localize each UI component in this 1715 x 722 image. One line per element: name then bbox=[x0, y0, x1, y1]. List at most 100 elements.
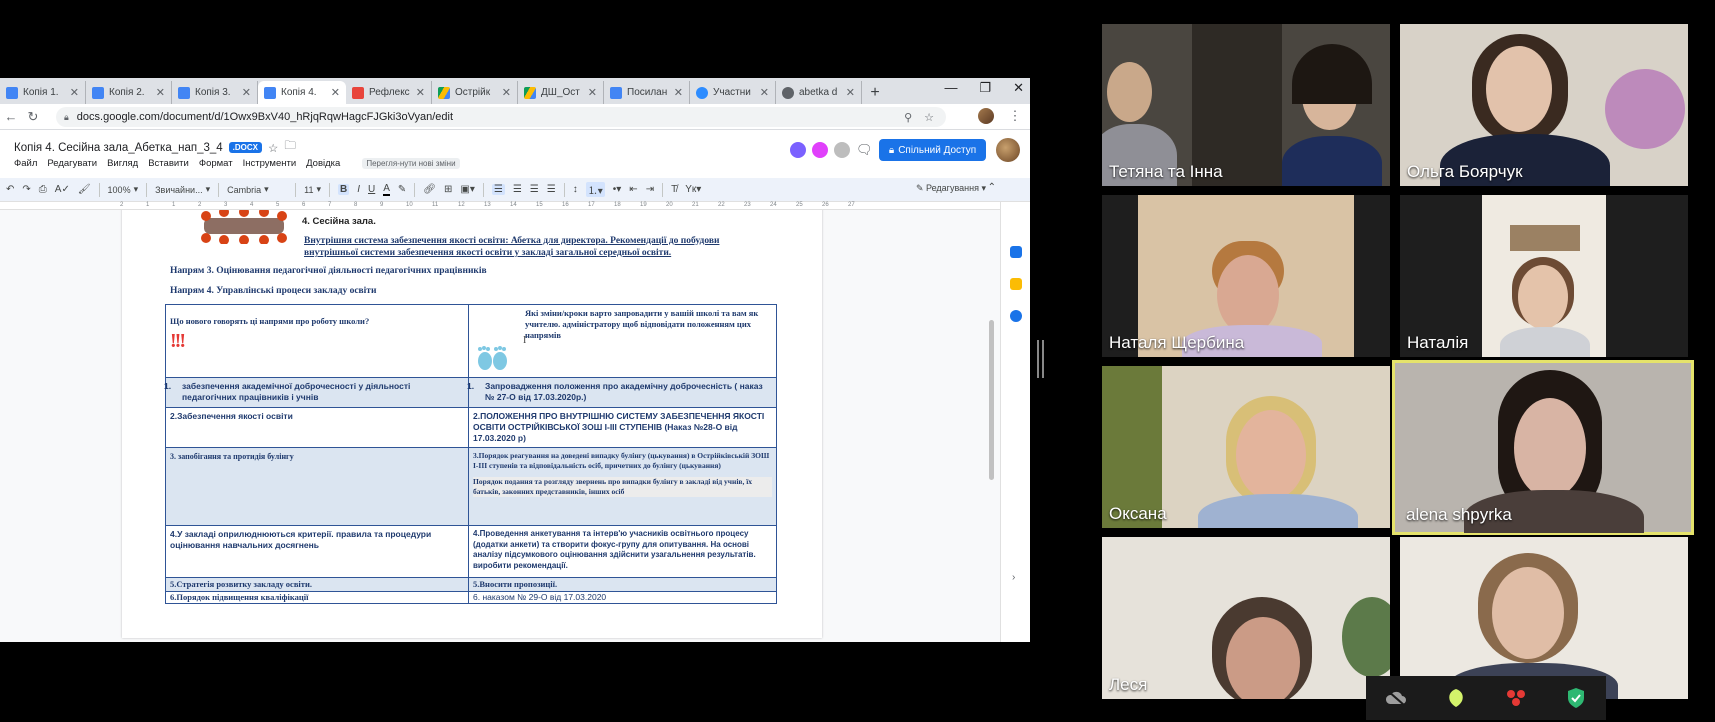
shield-leaf-icon[interactable] bbox=[1443, 686, 1469, 710]
account-avatar[interactable] bbox=[996, 138, 1020, 162]
browser-tab[interactable]: Копія 3. ✕ bbox=[172, 81, 258, 104]
collapse-toolbar-icon[interactable]: ⌃ bbox=[988, 182, 996, 193]
zoom-select[interactable]: 100% ▾ bbox=[108, 184, 139, 195]
table-cell[interactable]: 1. Запровадження положення про академічн… bbox=[467, 377, 777, 408]
browser-tab[interactable]: Рефлекс ✕ bbox=[346, 81, 432, 104]
calendar-icon[interactable] bbox=[1010, 246, 1022, 258]
menu-edit[interactable]: Редагувати bbox=[47, 158, 97, 169]
security-check-icon[interactable] bbox=[1563, 686, 1589, 710]
align-center-icon[interactable]: ☰ bbox=[513, 184, 522, 195]
undo-icon[interactable]: ↶ bbox=[6, 184, 14, 195]
spellcheck-icon[interactable]: A✓ bbox=[55, 184, 70, 195]
table-cell[interactable]: 4.У закладі оприлюднюються критерії. пра… bbox=[165, 525, 469, 578]
reactions-icon[interactable] bbox=[1503, 686, 1529, 710]
minimize-icon[interactable]: — bbox=[944, 80, 957, 96]
menu-insert[interactable]: Вставити bbox=[148, 158, 189, 169]
back-icon[interactable]: ← bbox=[0, 109, 22, 124]
table-cell[interactable]: 6. наказом № 29-О від 17.03.2020 bbox=[468, 591, 777, 604]
redo-icon[interactable]: ↷ bbox=[22, 184, 30, 195]
collaborator-avatar[interactable] bbox=[832, 140, 852, 160]
font-select[interactable]: Cambria ▾ bbox=[227, 184, 287, 195]
close-window-icon[interactable]: ✕ bbox=[1013, 80, 1024, 96]
close-tab-icon[interactable]: ✕ bbox=[502, 86, 511, 99]
browser-tab[interactable]: Посилан ✕ bbox=[604, 81, 690, 104]
font-size-select[interactable]: 11 ▾ bbox=[304, 184, 321, 195]
bold-icon[interactable]: B bbox=[337, 184, 350, 195]
menu-help[interactable]: Довідка bbox=[306, 158, 340, 169]
paint-format-icon[interactable]: 🖌︎ bbox=[78, 184, 91, 195]
table-cell[interactable]: 1. забезпечення академічної доброчесност… bbox=[164, 377, 469, 408]
star-icon[interactable]: ☆ bbox=[268, 141, 278, 155]
close-tab-icon[interactable]: ✕ bbox=[674, 86, 683, 99]
restore-icon[interactable]: ❐ bbox=[979, 80, 991, 96]
close-tab-icon[interactable]: ✕ bbox=[156, 86, 165, 99]
underline-icon[interactable]: U bbox=[368, 184, 375, 195]
increase-indent-icon[interactable]: ⇥ bbox=[646, 184, 654, 195]
zoom-lens-icon[interactable]: ⚲ bbox=[904, 111, 912, 124]
close-tab-icon[interactable]: ✕ bbox=[70, 86, 79, 99]
insert-image-icon[interactable]: ▣▾ bbox=[460, 184, 474, 195]
align-right-icon[interactable]: ☰ bbox=[530, 184, 539, 195]
menu-view[interactable]: Вигляд bbox=[107, 158, 138, 169]
comment-history-icon[interactable]: 🗨︎ bbox=[856, 142, 873, 158]
bookmark-star-icon[interactable]: ☆ bbox=[924, 111, 934, 124]
table-cell[interactable]: Що нового говорять ці напрями про роботу… bbox=[165, 304, 469, 378]
clear-formatting-icon[interactable]: T̸ bbox=[671, 184, 677, 195]
video-tile[interactable]: Наталя Щербина bbox=[1102, 195, 1390, 357]
doc-scrollbar[interactable] bbox=[988, 210, 996, 642]
browser-tab-active[interactable]: Копія 4. ✕ bbox=[258, 81, 346, 104]
expand-panel-icon[interactable]: › bbox=[1012, 572, 1015, 583]
video-tile[interactable] bbox=[1400, 537, 1688, 699]
split-resize-handle[interactable] bbox=[1037, 340, 1044, 378]
table-cell[interactable]: 3.Порядок реагування на доведені випадку… bbox=[468, 447, 777, 526]
menu-tools[interactable]: Інструменти bbox=[243, 158, 297, 169]
collaborator-avatar[interactable] bbox=[788, 140, 808, 160]
close-tab-icon[interactable]: ✕ bbox=[242, 86, 251, 99]
style-select[interactable]: Звичайни... ▾ bbox=[155, 184, 210, 195]
text-color-icon[interactable]: A bbox=[383, 183, 390, 196]
keep-icon[interactable] bbox=[1010, 278, 1022, 290]
browser-tab[interactable]: Участни ✕ bbox=[690, 81, 776, 104]
menu-file[interactable]: Файл bbox=[14, 158, 37, 169]
cloud-off-icon[interactable] bbox=[1383, 686, 1409, 710]
video-tile-active-speaker[interactable]: alena shpyrka bbox=[1392, 360, 1694, 535]
document-page[interactable]: 4. Сесійна зала. Внутрішня система забез… bbox=[122, 210, 822, 638]
table-cell[interactable]: 6.Порядок підвищення кваліфікації bbox=[165, 591, 469, 604]
profile-avatar-icon[interactable] bbox=[978, 108, 994, 124]
share-button[interactable]: 🔒︎ Спільний Доступ bbox=[879, 139, 986, 161]
align-justify-icon[interactable]: ☰ bbox=[547, 184, 556, 195]
scrollbar-thumb[interactable] bbox=[989, 320, 994, 480]
abetka-heading-link[interactable]: Внутрішня система забезпечення якості ос… bbox=[304, 235, 774, 259]
table-cell[interactable]: 5.Вносити пропозиції. bbox=[468, 577, 777, 592]
bulleted-list-icon[interactable]: •▾ bbox=[613, 184, 622, 195]
browser-tab[interactable]: abetka d ✕ bbox=[776, 81, 862, 104]
browser-tab[interactable]: Копія 2. ✕ bbox=[86, 81, 172, 104]
insert-comment-icon[interactable]: ⊞ bbox=[444, 184, 452, 195]
line-spacing-icon[interactable]: ↕ bbox=[573, 184, 578, 195]
table-cell[interactable]: Які зміни/кроки варто запровадити у ваші… bbox=[468, 304, 777, 378]
browser-tab[interactable]: Острійк ✕ bbox=[432, 81, 518, 104]
address-bar[interactable]: 🔒︎ docs.google.com/document/d/1Owx9BxV40… bbox=[56, 107, 946, 127]
video-tile[interactable]: Наталія bbox=[1400, 195, 1688, 357]
editing-mode-select[interactable]: ✎ Редагування ▾ bbox=[916, 183, 986, 194]
reload-icon[interactable]: ↻ bbox=[22, 109, 44, 125]
new-tab-button[interactable]: + bbox=[862, 81, 888, 104]
table-cell[interactable]: 5.Стратегія розвитку закладу освіти. bbox=[165, 577, 469, 592]
video-tile[interactable]: Леся bbox=[1102, 537, 1390, 699]
video-tile[interactable]: Тетяна та Інна bbox=[1102, 24, 1390, 186]
close-tab-icon[interactable]: ✕ bbox=[331, 86, 340, 99]
close-tab-icon[interactable]: ✕ bbox=[416, 86, 425, 99]
browser-tab[interactable]: Копія 1. ✕ bbox=[0, 81, 86, 104]
link-icon[interactable]: 🔗︎ bbox=[423, 184, 436, 195]
collaborator-avatar[interactable] bbox=[810, 140, 830, 160]
close-tab-icon[interactable]: ✕ bbox=[588, 86, 597, 99]
move-folder-icon[interactable]: 🗀︎ bbox=[284, 138, 296, 157]
highlight-icon[interactable]: ✎ bbox=[398, 184, 406, 195]
close-tab-icon[interactable]: ✕ bbox=[760, 86, 769, 99]
doc-title[interactable]: Копія 4. Сесійна зала_Абетка_нап_3_4 bbox=[14, 142, 223, 154]
video-tile[interactable]: Оксана bbox=[1102, 366, 1390, 528]
horizontal-ruler[interactable]: 2 1 1 2 3 4 5 6 7 8 9 10 11 12 13 14 15 16 17 18 19 20 21 22 23 2… bbox=[0, 202, 1000, 210]
video-tile[interactable]: Ольга Боярчук bbox=[1400, 24, 1688, 186]
table-cell[interactable]: 4.Проведення анкетування та інтерв'ю уча… bbox=[468, 525, 777, 578]
table-cell[interactable]: 2.Забезпечення якості освіти bbox=[165, 407, 469, 448]
